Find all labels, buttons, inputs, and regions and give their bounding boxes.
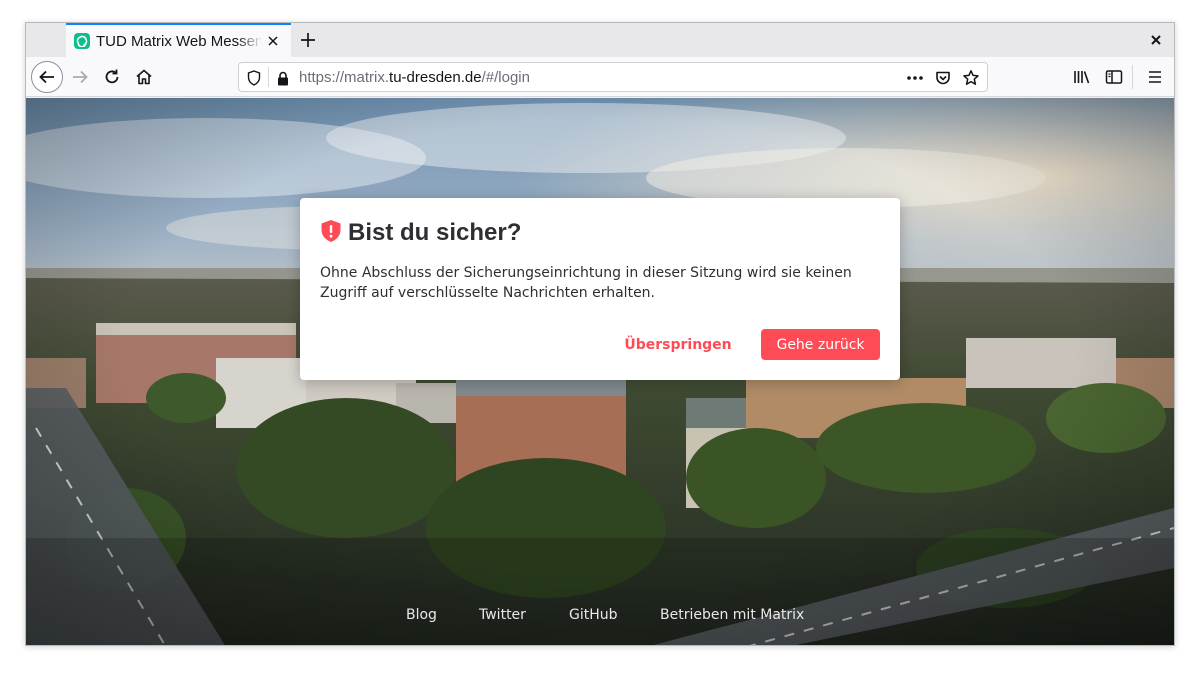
footer-link-github[interactable]: GitHub xyxy=(569,607,618,623)
url-text[interactable]: https://matrix.tu-dresden.de/#/login xyxy=(299,69,530,86)
footer-link-blog[interactable]: Blog xyxy=(406,607,437,623)
tab-matrix[interactable]: TUD Matrix Web Messenger xyxy=(66,23,291,57)
forward-icon[interactable] xyxy=(64,61,96,93)
home-icon[interactable] xyxy=(128,61,160,93)
navigation-bar: https://matrix.tu-dresden.de/#/login xyxy=(26,57,1174,97)
dialog-title: Bist du sicher? xyxy=(348,219,522,246)
url-prefix: https://matrix. xyxy=(299,69,390,86)
url-actions xyxy=(903,66,983,90)
tab-close-icon[interactable] xyxy=(263,31,283,51)
sidebar-icon[interactable] xyxy=(1098,61,1130,93)
url-separator xyxy=(268,67,269,87)
url-bar[interactable]: https://matrix.tu-dresden.de/#/login xyxy=(238,62,988,92)
dialog-header: Bist du sicher? xyxy=(320,219,521,247)
menu-icon[interactable] xyxy=(1139,61,1171,93)
library-icon[interactable] xyxy=(1066,61,1098,93)
shield-warning-icon xyxy=(320,219,342,247)
window-close-icon[interactable] xyxy=(1146,30,1166,50)
go-back-button[interactable]: Gehe zurück xyxy=(761,329,880,360)
tab-title: TUD Matrix Web Messenger xyxy=(96,32,262,50)
footer-links: Blog Twitter GitHub Betrieben mit Matrix xyxy=(26,607,1174,629)
confirm-skip-dialog: Bist du sicher? Ohne Abschluss der Siche… xyxy=(300,198,900,380)
url-path: /#/login xyxy=(481,69,530,86)
tracking-shield-icon[interactable] xyxy=(245,69,263,87)
browser-window: TUD Matrix Web Messenger xyxy=(25,22,1175,646)
tab-strip: TUD Matrix Web Messenger xyxy=(26,23,1174,57)
url-domain: tu-dresden.de xyxy=(389,69,482,86)
back-icon[interactable] xyxy=(31,61,63,93)
footer-link-powered-by-matrix[interactable]: Betrieben mit Matrix xyxy=(660,607,804,623)
skip-button[interactable]: Überspringen xyxy=(618,330,738,360)
bookmark-star-icon[interactable] xyxy=(959,66,983,90)
element-logo-icon xyxy=(74,33,90,49)
toolbar-separator xyxy=(1132,65,1133,89)
page-actions-icon[interactable] xyxy=(903,66,927,90)
footer-link-twitter[interactable]: Twitter xyxy=(479,607,526,623)
reload-icon[interactable] xyxy=(96,61,128,93)
lock-icon[interactable] xyxy=(275,69,291,87)
page-content: Bist du sicher? Ohne Abschluss der Siche… xyxy=(26,98,1174,645)
new-tab-icon[interactable] xyxy=(296,28,320,52)
dialog-message: Ohne Abschluss der Sicherungseinrichtung… xyxy=(320,265,852,301)
pocket-icon[interactable] xyxy=(931,66,955,90)
